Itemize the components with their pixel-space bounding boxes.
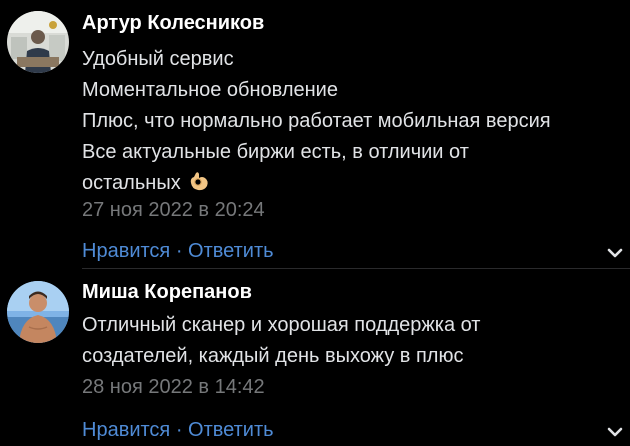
comment-actions: Нравится · Ответить bbox=[82, 240, 274, 263]
like-link[interactable]: Нравится bbox=[82, 240, 170, 262]
comment-actions: Нравится · Ответить bbox=[82, 419, 274, 442]
comment-date: 28 ноя 2022 в 14:42 bbox=[82, 376, 265, 398]
avatar[interactable] bbox=[7, 281, 69, 343]
reply-link[interactable]: Ответить bbox=[188, 240, 274, 262]
action-separator: · bbox=[170, 240, 189, 262]
chevron-down-icon[interactable] bbox=[606, 244, 624, 262]
avatar-photo bbox=[7, 281, 69, 343]
avatar-photo bbox=[7, 11, 69, 73]
like-link[interactable]: Нравится bbox=[82, 419, 170, 441]
comment: Артур Колесников Удобный сервис Моментал… bbox=[0, 0, 630, 268]
ok-hand-icon bbox=[190, 172, 208, 191]
comment-text-line: остальных bbox=[82, 172, 181, 194]
comment-text-line: Удобный сервис bbox=[82, 48, 234, 70]
avatar[interactable] bbox=[7, 11, 69, 73]
comment-text-line: Все актуальные биржи есть, в отличии от bbox=[82, 141, 469, 163]
comment-text: Удобный сервис Моментальное обновление П… bbox=[82, 44, 630, 199]
comment-text: Отличный сканер и хорошая поддержка от с… bbox=[82, 310, 630, 372]
chevron-down-icon[interactable] bbox=[606, 423, 624, 441]
comment-text-line: Отличный сканер и хорошая поддержка от bbox=[82, 314, 481, 336]
action-separator: · bbox=[170, 419, 189, 441]
comment-author[interactable]: Миша Корепанов bbox=[82, 281, 252, 304]
comment-text-line: Плюс, что нормально работает мобильная в… bbox=[82, 110, 551, 132]
comment: Миша Корепанов Отличный сканер и хорошая… bbox=[0, 269, 630, 446]
comment-text-line: создателей, каждый день выхожу в плюс bbox=[82, 345, 464, 367]
reply-link[interactable]: Ответить bbox=[188, 419, 274, 441]
comment-text-line-last: остальных bbox=[82, 168, 630, 199]
comment-text-line: Моментальное обновление bbox=[82, 79, 338, 101]
comment-date: 27 ноя 2022 в 20:24 bbox=[82, 199, 265, 221]
comment-author[interactable]: Артур Колесников bbox=[82, 12, 264, 35]
